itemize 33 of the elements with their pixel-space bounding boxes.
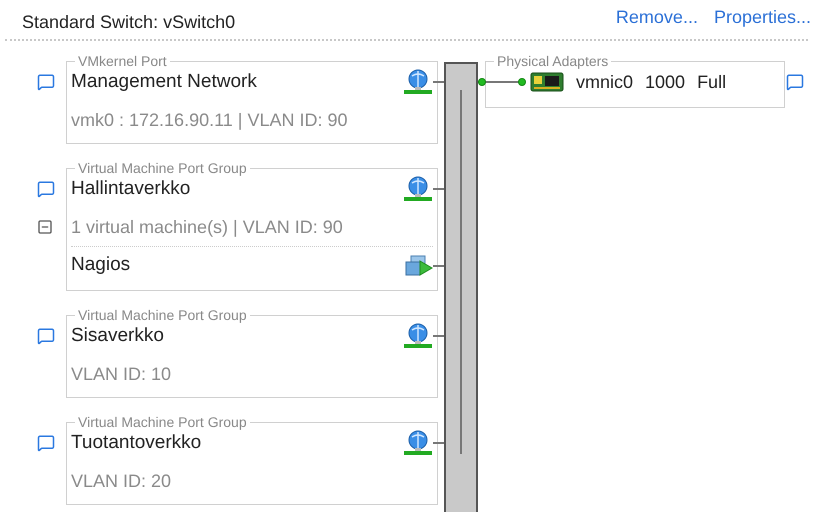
virtual-machine-name: Nagios xyxy=(71,253,130,278)
port-group-details: VLAN ID: 20 xyxy=(71,470,172,492)
port-group-name: Tuotantoverkko xyxy=(71,430,202,455)
port-group-details: VLAN ID: 10 xyxy=(71,362,172,386)
collapse-icon[interactable] xyxy=(37,219,53,235)
physical-adapters-legend: Physical Adapters xyxy=(494,53,612,69)
port-group-legend: VMkernel Port xyxy=(75,53,170,69)
action-link[interactable]: Properties... xyxy=(714,4,811,31)
comment-icon[interactable] xyxy=(37,434,55,452)
network-globe-icon xyxy=(403,69,433,95)
switch-title: Standard Switch: vSwitch0 xyxy=(22,11,236,34)
comment-icon[interactable] xyxy=(37,73,55,91)
port-group-name: Hallintaverkko xyxy=(71,176,190,201)
port-group-legend: Virtual Machine Port Group xyxy=(75,307,250,323)
adapter-name: vmnic0 xyxy=(576,70,634,94)
port-group-name: Management Network xyxy=(71,70,257,94)
comment-icon[interactable] xyxy=(37,327,55,345)
virtual-machine-icon xyxy=(403,254,433,278)
uplink-connector xyxy=(478,78,526,86)
adapter-speed: 1000 xyxy=(645,70,686,94)
network-card-icon xyxy=(530,71,564,93)
comment-icon[interactable] xyxy=(37,180,55,198)
comment-icon[interactable] xyxy=(786,73,804,91)
port-group-legend: Virtual Machine Port Group xyxy=(75,414,250,430)
network-globe-icon xyxy=(403,323,433,349)
port-group-details: vmk0 : 172.16.90.11 | VLAN ID: 90 xyxy=(71,108,348,132)
port-group-details: 1 virtual machine(s) | VLAN ID: 90 xyxy=(71,216,343,239)
network-globe-icon xyxy=(403,430,433,456)
port-group-legend: Virtual Machine Port Group xyxy=(75,160,250,176)
network-globe-icon xyxy=(403,176,433,202)
action-link[interactable]: Remove... xyxy=(616,4,698,31)
port-group-name: Sisaverkko xyxy=(71,324,164,348)
adapter-duplex: Full xyxy=(697,70,726,94)
